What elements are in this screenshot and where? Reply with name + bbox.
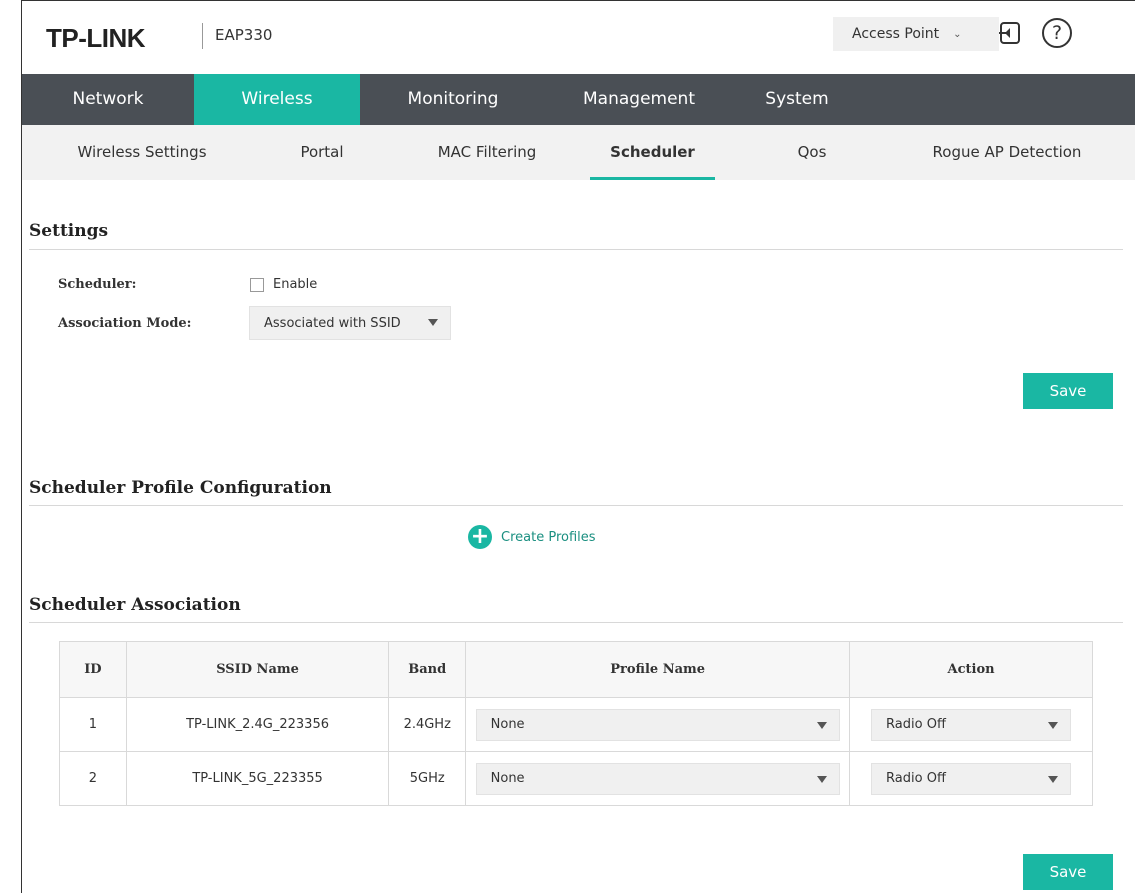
logout-icon[interactable]	[996, 20, 1022, 46]
association-mode-label: Association Mode:	[58, 316, 192, 331]
row-id: 1	[59, 697, 127, 752]
help-icon[interactable]: ?	[1042, 18, 1072, 48]
model-name: EAP330	[215, 26, 273, 44]
settings-divider	[29, 249, 1123, 250]
active-tab-underline	[590, 177, 715, 180]
row-action-cell: Radio Off	[849, 697, 1093, 752]
col-header-action: Action	[849, 641, 1093, 698]
row-ssid-name: TP-LINK_5G_223355	[125, 751, 390, 806]
operation-mode-value: Access Point	[852, 26, 940, 42]
association-table: ID SSID Name Band Profile Name Action 1 …	[59, 641, 1093, 806]
tab-portal[interactable]: Portal	[282, 125, 362, 180]
col-header-profile-name: Profile Name	[465, 641, 851, 698]
dropdown-arrow-icon	[428, 319, 438, 326]
profile-select[interactable]: None	[475, 762, 840, 795]
col-header-id: ID	[59, 641, 127, 698]
tab-wireless-settings[interactable]: Wireless Settings	[62, 125, 222, 180]
brand-logo: TP-LINK	[46, 23, 146, 53]
main-nav-monitoring[interactable]: Monitoring	[360, 74, 546, 125]
row-id: 2	[59, 751, 127, 806]
sub-nav: Wireless Settings Portal MAC Filtering S…	[22, 125, 1135, 180]
action-select-value: Radio Off	[886, 770, 946, 786]
association-save-button[interactable]: Save	[1023, 854, 1113, 890]
profile-select-value: None	[490, 716, 525, 732]
chevron-down-icon: ⌄	[953, 28, 962, 40]
col-header-ssid-name: SSID Name	[125, 641, 390, 698]
row-profile-cell: None	[465, 697, 851, 752]
table-row: 1 TP-LINK_2.4G_223356 2.4GHz None Radio …	[59, 697, 1093, 752]
create-profiles-button[interactable]: + Create Profiles	[468, 525, 596, 549]
tab-qos[interactable]: Qos	[782, 125, 842, 180]
action-select[interactable]: Radio Off	[871, 708, 1072, 741]
main-nav: Network Wireless Monitoring Management S…	[22, 74, 1135, 125]
table-header-row: ID SSID Name Band Profile Name Action	[59, 641, 1093, 698]
app-frame: TP-LINK EAP330 Access Point ⌄ ? Network …	[21, 0, 1135, 893]
association-mode-select[interactable]: Associated with SSID	[249, 306, 451, 340]
dropdown-arrow-icon	[816, 775, 827, 783]
tab-mac-filtering[interactable]: MAC Filtering	[417, 125, 557, 180]
main-nav-system[interactable]: System	[732, 74, 862, 125]
profile-select[interactable]: None	[475, 708, 840, 741]
scheduler-label: Scheduler:	[58, 277, 137, 292]
profile-config-title: Scheduler Profile Configuration	[29, 478, 332, 498]
dropdown-arrow-icon	[1048, 775, 1059, 783]
row-profile-cell: None	[465, 751, 851, 806]
main-nav-wireless[interactable]: Wireless	[194, 74, 360, 125]
row-band: 2.4GHz	[388, 697, 467, 752]
association-mode-value: Associated with SSID	[264, 315, 401, 331]
scheduler-enable-checkbox[interactable]	[250, 278, 264, 292]
row-ssid-name: TP-LINK_2.4G_223356	[125, 697, 390, 752]
create-profiles-label: Create Profiles	[501, 529, 596, 545]
logo-divider	[202, 23, 203, 49]
dropdown-arrow-icon	[816, 721, 827, 729]
main-nav-network[interactable]: Network	[22, 74, 194, 125]
col-header-band: Band	[388, 641, 467, 698]
main-nav-management[interactable]: Management	[546, 74, 732, 125]
tab-rogue-ap-detection[interactable]: Rogue AP Detection	[917, 125, 1097, 180]
header: TP-LINK EAP330 Access Point ⌄ ?	[22, 1, 1135, 74]
association-title: Scheduler Association	[29, 595, 241, 615]
action-select[interactable]: Radio Off	[871, 762, 1072, 795]
settings-title: Settings	[29, 221, 109, 241]
settings-save-button[interactable]: Save	[1023, 373, 1113, 409]
action-select-value: Radio Off	[886, 716, 946, 732]
row-band: 5GHz	[388, 751, 467, 806]
operation-mode-select[interactable]: Access Point ⌄	[833, 17, 999, 51]
dropdown-arrow-icon	[1048, 721, 1059, 729]
association-divider	[29, 622, 1123, 623]
row-action-cell: Radio Off	[849, 751, 1093, 806]
enable-label: Enable	[273, 277, 318, 292]
tab-scheduler[interactable]: Scheduler	[590, 125, 715, 180]
profile-config-divider	[29, 505, 1123, 506]
profile-select-value: None	[490, 770, 525, 786]
plus-icon: +	[468, 525, 492, 549]
table-row: 2 TP-LINK_5G_223355 5GHz None Radio Off	[59, 751, 1093, 806]
